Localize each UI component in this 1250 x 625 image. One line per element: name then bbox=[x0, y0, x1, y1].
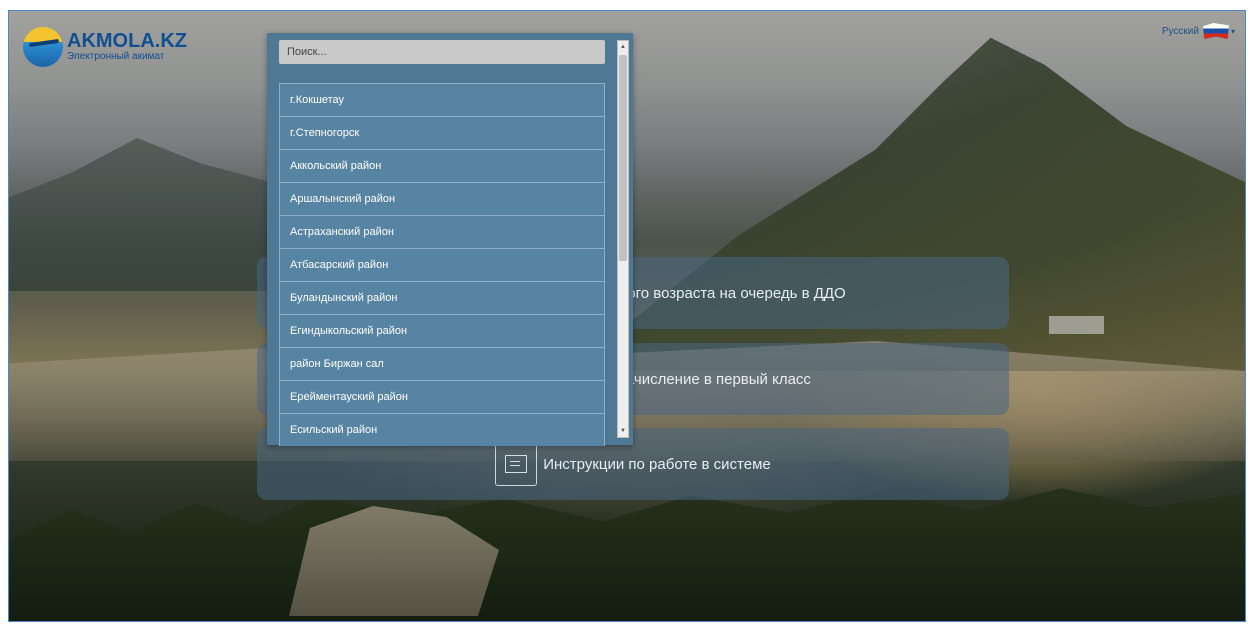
scrollbar-thumb[interactable] bbox=[619, 55, 627, 261]
region-dropdown: г.Кокшетау г.Степногорск Аккольский райо… bbox=[267, 33, 633, 446]
site-logo[interactable]: AKMOLA.KZ Электронный акимат bbox=[23, 27, 187, 67]
scroll-up-arrow-icon[interactable]: ▲ bbox=[618, 41, 628, 53]
document-icon bbox=[495, 442, 538, 486]
logo-text: AKMOLA.KZ Электронный акимат bbox=[67, 31, 187, 63]
list-item[interactable]: Аршалынский район bbox=[279, 183, 605, 216]
list-item[interactable]: Астраханский район bbox=[279, 216, 605, 249]
logo-emblem-icon bbox=[23, 27, 63, 67]
list-item[interactable]: Егиндыкольский район bbox=[279, 315, 605, 348]
list-item[interactable]: г.Степногорск bbox=[279, 117, 605, 150]
logo-subtitle: Электронный акимат bbox=[67, 51, 165, 62]
russia-flag-icon bbox=[1202, 23, 1229, 39]
dropdown-scrollbar[interactable]: ▲ ▼ bbox=[617, 40, 629, 438]
app-frame: AKMOLA.KZ Электронный акимат Русский ▾ н… bbox=[8, 10, 1246, 622]
scroll-down-arrow-icon[interactable]: ▼ bbox=[618, 425, 628, 437]
region-list: г.Кокшетау г.Степногорск Аккольский райо… bbox=[279, 83, 605, 446]
list-item[interactable]: Буландынский район bbox=[279, 282, 605, 315]
list-item[interactable]: Есильский район bbox=[279, 414, 605, 446]
list-item[interactable]: Атбасарский район bbox=[279, 249, 605, 282]
chevron-down-icon: ▾ bbox=[1230, 26, 1235, 36]
service-card-label: зачисление в первый класс bbox=[619, 370, 811, 388]
language-label: Русский bbox=[1161, 25, 1199, 37]
service-card-label: Инструкции по работе в системе bbox=[543, 455, 771, 473]
logo-title: AKMOLA.KZ bbox=[67, 30, 187, 52]
region-search-input[interactable] bbox=[279, 40, 605, 64]
language-selector[interactable]: Русский ▾ bbox=[1162, 23, 1235, 39]
list-item[interactable]: г.Кокшетау bbox=[279, 84, 605, 117]
list-item[interactable]: Аккольский район bbox=[279, 150, 605, 183]
list-item[interactable]: район Биржан сал bbox=[279, 348, 605, 381]
list-item[interactable]: Ерейментауский район bbox=[279, 381, 605, 414]
service-card-label: ного возраста на очередь в ДДО bbox=[619, 284, 846, 302]
